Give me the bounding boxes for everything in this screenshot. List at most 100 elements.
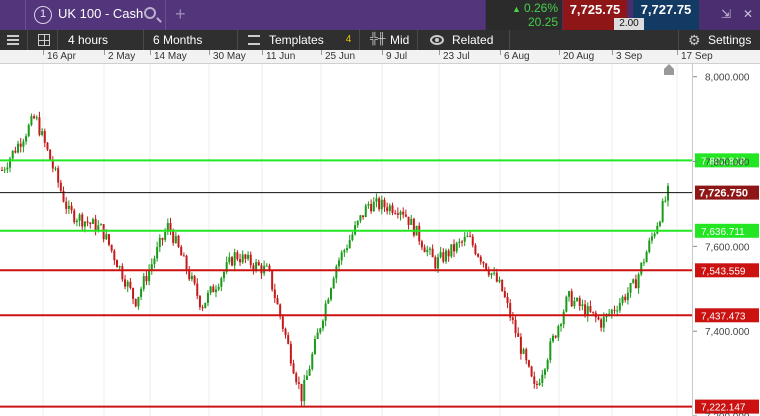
candle-body [348, 240, 351, 249]
candle-body [19, 143, 22, 147]
candle-body [343, 250, 346, 253]
date-tick [382, 50, 383, 55]
price-chart[interactable] [0, 64, 692, 416]
candle-body [107, 234, 110, 245]
candle-body [503, 291, 506, 298]
price-tick-label: 8,000.000 [705, 73, 750, 84]
candle-body [116, 260, 119, 268]
candle-body [436, 257, 439, 269]
candle-body [653, 233, 656, 237]
candle-body [648, 240, 651, 252]
candle-body [327, 299, 330, 304]
tab-divider [165, 0, 166, 30]
candle-body [196, 283, 199, 296]
candle-body [105, 234, 108, 240]
hamburger-icon [7, 35, 19, 45]
candle-body [471, 236, 474, 246]
candle-body [551, 335, 554, 342]
candle-body [501, 279, 504, 292]
candle-body [255, 262, 258, 270]
candle-body [284, 328, 287, 336]
add-tab-icon[interactable]: + [175, 4, 186, 25]
candle-body [431, 248, 434, 258]
tab-handle[interactable] [0, 0, 26, 30]
candle-body [610, 309, 613, 314]
eye-icon [430, 35, 444, 45]
close-icon[interactable]: ✕ [741, 7, 755, 21]
candle-body [506, 297, 509, 304]
candle-body [287, 335, 290, 344]
candlestick-icon: ╬╫ [370, 33, 386, 45]
candle-body [477, 253, 480, 257]
candle-body [597, 317, 600, 320]
date-label: 30 May [213, 51, 246, 62]
candle-body [137, 296, 140, 307]
candle-body [145, 276, 148, 282]
candle-body [450, 244, 453, 257]
candle-body [372, 201, 375, 212]
price-axis[interactable]: 7,802.818 7,636.711 7,543.559 7,437.473 7,22… [692, 64, 760, 416]
candle-body [303, 379, 306, 402]
price-type-label: Mid [390, 33, 410, 47]
candle-body [46, 142, 49, 150]
search-icon[interactable] [144, 7, 156, 19]
candle-body [378, 198, 381, 210]
candle-body [121, 266, 124, 280]
candle-body [418, 225, 421, 242]
templates-label: Templates [269, 33, 324, 47]
date-label: 3 Sep [616, 51, 643, 62]
candle-body [321, 320, 324, 329]
candle-body [463, 236, 466, 242]
candle-body [543, 369, 546, 375]
candle-body [554, 335, 557, 338]
date-tick [321, 50, 322, 55]
candle-body [560, 324, 563, 327]
candle-body [493, 272, 496, 274]
price-type-dropdown[interactable]: Mid [360, 30, 418, 50]
related-label: Related [452, 33, 494, 47]
grid-icon [38, 34, 50, 46]
candle-body [27, 124, 30, 137]
menu-button[interactable] [0, 30, 28, 50]
candle-body [78, 214, 81, 221]
candle-body [370, 204, 373, 212]
layout-button[interactable] [28, 30, 58, 50]
chart-window: 1 UK 100 - Cash + 0.26% 20.25 7,725.75 7… [0, 0, 760, 416]
candle-body [474, 245, 477, 254]
candle-body [661, 200, 664, 222]
candle-body [201, 307, 204, 309]
candle-body [664, 200, 667, 202]
date-label: 25 Jun [325, 51, 356, 62]
candle-body [356, 220, 359, 226]
candle-body [148, 269, 151, 282]
candle-body [41, 131, 44, 135]
candle-body [447, 250, 450, 257]
candle-body [589, 306, 592, 312]
date-label: 2 May [108, 51, 136, 62]
support-level-label: 7,636.711 [701, 227, 745, 238]
interval-dropdown[interactable]: 4 hours [58, 30, 144, 50]
candle-body [410, 218, 413, 225]
chart-canvas[interactable] [0, 64, 692, 416]
collapse-icon[interactable]: ⇲ [719, 7, 733, 21]
candle-body [482, 261, 485, 264]
range-dropdown[interactable]: 6 Months [144, 30, 238, 50]
candle-body [289, 343, 292, 364]
market-header: 1 UK 100 - Cash + 0.26% 20.25 7,725.75 7… [0, 0, 760, 30]
candle-body [217, 286, 220, 290]
candle-body [541, 374, 544, 383]
candle-body [549, 341, 552, 361]
candle-body [180, 246, 183, 256]
candle-body [650, 236, 653, 241]
candle-body [522, 349, 525, 354]
date-tick [104, 50, 105, 55]
candle-body [485, 263, 488, 270]
candle-body [562, 311, 565, 325]
candle-body [132, 287, 135, 299]
date-tick [677, 50, 678, 55]
candle-body [223, 271, 225, 279]
candle-body [169, 223, 172, 231]
price-tick-label: 7,800.000 [705, 158, 750, 169]
candle-body [228, 257, 231, 263]
market-title[interactable]: UK 100 - Cash [58, 6, 143, 21]
